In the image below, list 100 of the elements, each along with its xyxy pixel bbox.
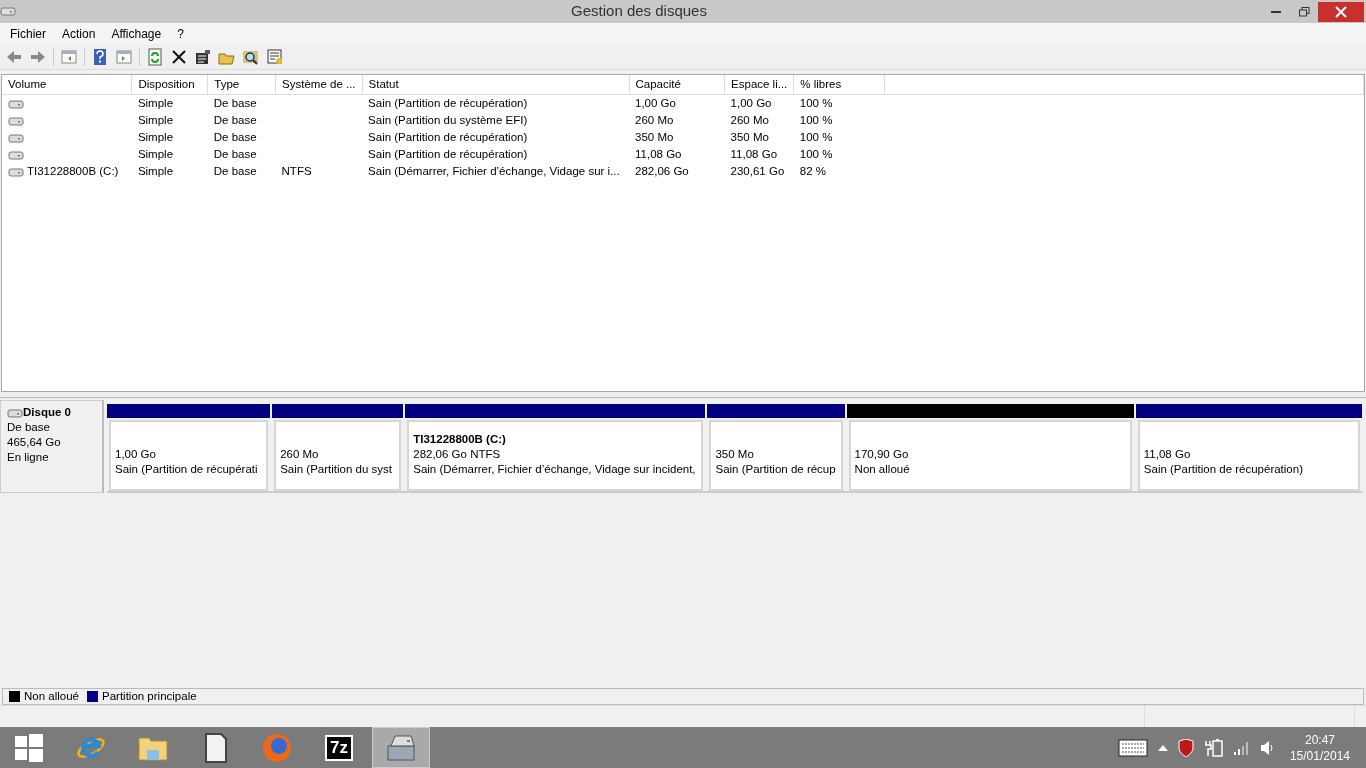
partition-status: Non alloué (854, 462, 911, 477)
app-icon (0, 4, 16, 19)
drive-icon (7, 406, 23, 419)
table-cell: Sain (Partition de récupération) (368, 130, 528, 143)
table-cell: 260 Mo (635, 113, 674, 126)
column-header[interactable]: Disposition (131, 75, 208, 95)
column-header[interactable]: Type (207, 75, 276, 95)
table-cell: Simple (137, 113, 174, 126)
table-cell: Simple (137, 147, 174, 160)
disk-name: Disque 0 (23, 405, 71, 420)
partition-status: Sain (Partition de récupérati (115, 462, 259, 477)
partition-size: 1,00 Go (115, 447, 157, 462)
partition-box[interactable]: 260 Mo Sain (Partition du syst (274, 420, 402, 491)
partition-size: 11,08 Go (1143, 447, 1192, 462)
speaker-icon[interactable] (1259, 739, 1274, 756)
panel-icon[interactable] (60, 47, 78, 66)
table-cell: 11,08 Go (730, 147, 778, 160)
minimize-icon (1271, 10, 1281, 13)
chevron-up-icon[interactable] (1157, 744, 1168, 751)
column-header[interactable]: Capacité (629, 75, 725, 95)
restore-icon (1298, 6, 1310, 17)
table-cell: Sain (Partition du système EFI) (368, 113, 528, 126)
partition-size: 350 Mo (715, 447, 755, 462)
clock-time: 20:47 (1303, 731, 1336, 748)
clock-date: 15/01/2014 (1289, 747, 1350, 764)
refresh-icon[interactable] (146, 47, 164, 66)
window-title: Gestion des disques (570, 1, 708, 22)
table-cell: 350 Mo (635, 130, 674, 143)
partition-box[interactable]: 170,90 Go Non alloué (848, 420, 1132, 491)
drive-icon (8, 114, 24, 127)
drive-icon (8, 97, 24, 110)
column-header[interactable]: % libres (793, 75, 885, 95)
table-cell: De base (213, 97, 257, 109)
battery-icon[interactable] (1203, 738, 1224, 757)
legend-label: Partition principale (102, 688, 197, 704)
drive-icon (8, 148, 24, 161)
menu-item[interactable]: Action (54, 24, 104, 43)
partition-status: Sain (Partition de récupération) (1143, 462, 1304, 477)
globe-icon (261, 731, 293, 764)
column-header[interactable]: Espace li... (724, 75, 794, 95)
disk-info-panel[interactable]: Disque 0 De base 465,64 Go En ligne (0, 400, 104, 493)
disk-type: De base (7, 420, 51, 435)
table-cell: 1,00 Go (730, 97, 772, 109)
close-icon (1335, 5, 1347, 18)
table-cell: 82 % (799, 164, 827, 177)
partition-box[interactable]: 1,00 Go Sain (Partition de récupérati (109, 420, 269, 491)
table-cell: Sain (Partition de récupération) (368, 147, 528, 160)
taskbar-button[interactable]: 7z (310, 727, 368, 768)
table-cell: Sain (Partition de récupération) (368, 97, 528, 109)
table-cell: De base (213, 113, 257, 126)
table-cell: 1,00 Go (635, 97, 676, 109)
table-cell: 100 % (799, 147, 833, 160)
drive-icon (8, 165, 24, 178)
menu-item[interactable]: Affichage (103, 24, 170, 43)
partition-status: Sain (Partition du syst (280, 462, 393, 477)
table-cell: De base (213, 130, 257, 143)
table-cell: Simple (137, 97, 174, 109)
table-cell: 11,08 Go (635, 147, 682, 160)
disk-status: En ligne (7, 450, 50, 465)
column-header[interactable]: Système de ... (275, 75, 363, 95)
table-cell: 100 % (799, 97, 833, 109)
table-cell: 350 Mo (730, 130, 769, 143)
drive-icon (8, 131, 24, 144)
shield-icon[interactable] (1177, 738, 1194, 757)
column-header[interactable]: Volume (2, 75, 132, 95)
table-cell: TI31228800B (C:) (27, 164, 119, 177)
table-cell: Simple (137, 164, 174, 177)
partition-box[interactable]: TI31228800B (C:) 282,06 Go NTFS Sain (Démarrer, Fichier d’échange, Vidage sur incident, (407, 420, 704, 491)
properties-icon[interactable] (194, 47, 212, 66)
help-icon[interactable] (91, 47, 109, 66)
partition-label: TI31228800B (C:) (413, 432, 507, 447)
close-button[interactable] (1318, 1, 1364, 22)
menu-item[interactable]: ? (169, 24, 192, 43)
delete-icon[interactable] (170, 47, 188, 66)
partition-size: 282,06 Go NTFS (413, 447, 502, 462)
signal-icon[interactable] (1233, 740, 1250, 755)
table-cell: Simple (137, 130, 174, 143)
partition-status: Sain (Partition de récup (715, 462, 837, 477)
table-cell: 230,61 Go (730, 164, 785, 177)
partition-size: 170,90 Go (854, 447, 910, 462)
menu-item[interactable]: Fichier (2, 24, 54, 43)
partition-box[interactable]: 11,08 Go Sain (Partition de récupération) (1137, 420, 1360, 491)
partition-status: Sain (Démarrer, Fichier d’échange, Vidage sur incident, (413, 462, 697, 477)
table-cell: 260 Mo (730, 113, 769, 126)
table-cell: 100 % (799, 113, 833, 126)
settings-icon[interactable] (266, 47, 284, 66)
keyboard-icon[interactable] (1117, 738, 1148, 757)
table-cell: De base (213, 147, 257, 160)
partition-size: 260 Mo (280, 447, 320, 462)
table-cell: Sain (Démarrer, Fichier d’échange, Vidage sur i... (368, 164, 620, 177)
legend-label: Non alloué (24, 688, 79, 704)
table-cell: 100 % (799, 130, 833, 143)
column-header[interactable]: Statut (362, 75, 629, 95)
disk-size: 465,64 Go (7, 435, 62, 450)
table-cell: NTFS (281, 164, 312, 177)
table-cell: 282,06 Go (635, 164, 689, 177)
table-cell: De base (213, 164, 257, 177)
start-icon (13, 731, 45, 764)
partition-box[interactable]: 350 Mo Sain (Partition de récup (709, 420, 843, 491)
panel-icon[interactable] (115, 47, 133, 66)
